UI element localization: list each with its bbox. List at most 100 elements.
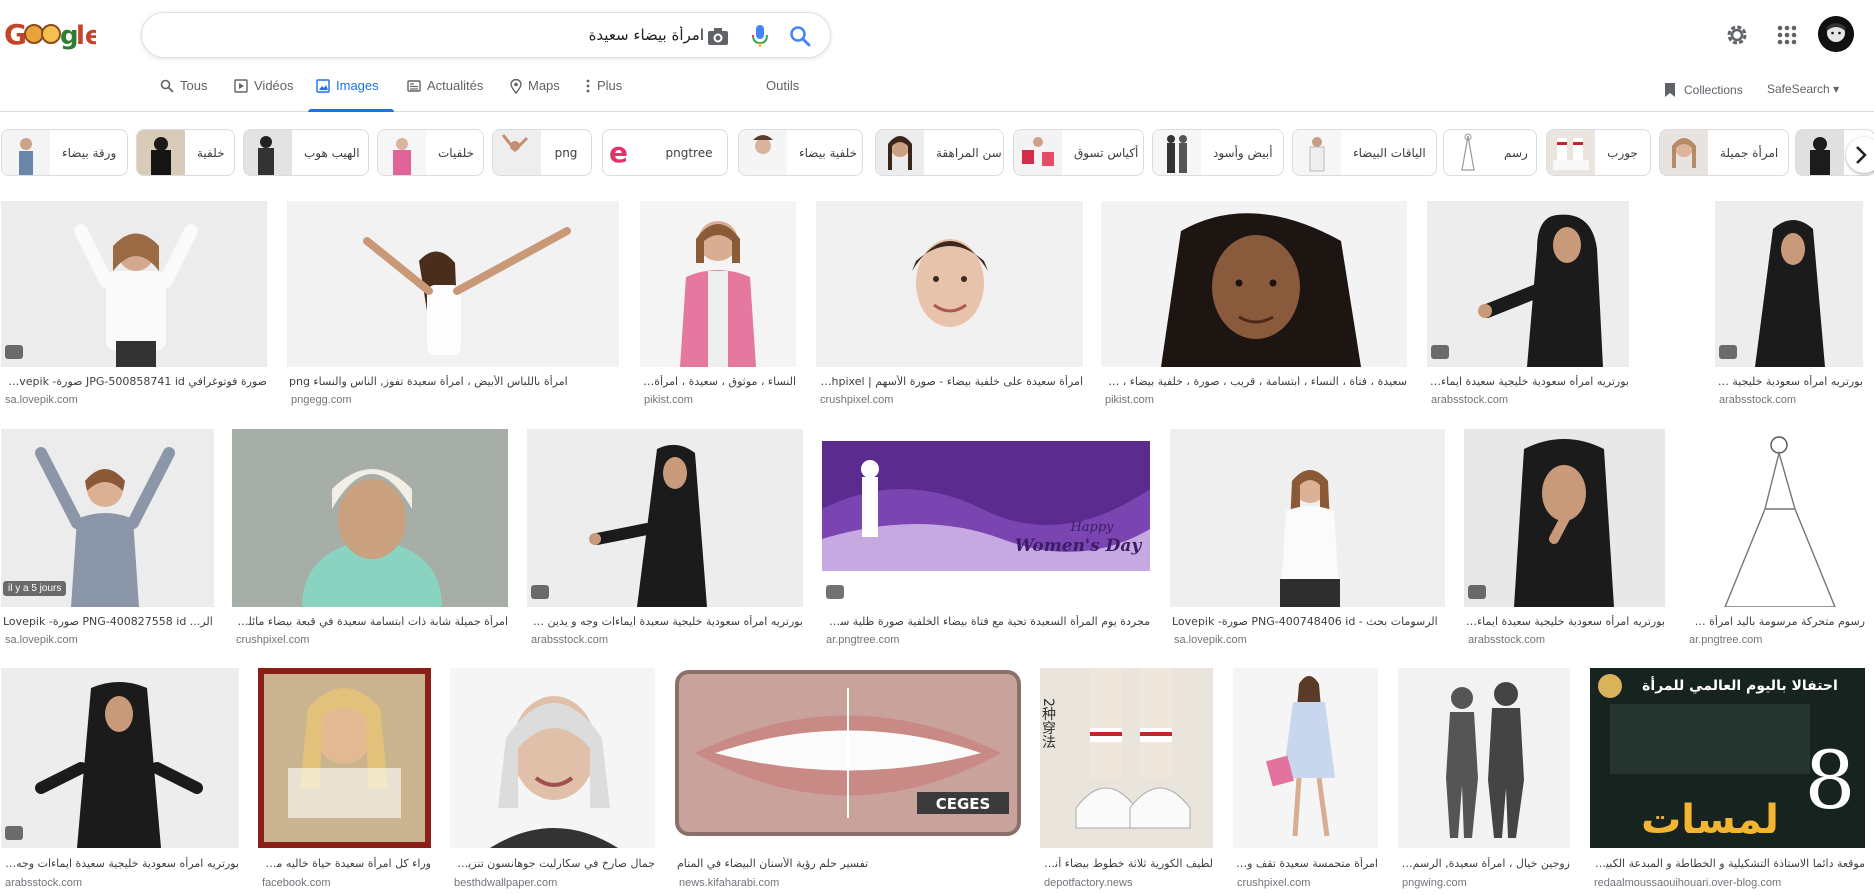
chip-socks[interactable]: جورب (1546, 129, 1651, 176)
result-thumbnail[interactable]: Happy Women's Day (822, 429, 1150, 607)
image-result[interactable]: امرأة جميلة شابة ذات ابتسامة سعيدة في قب… (232, 429, 508, 649)
result-source: sa.lovepik.com (1174, 634, 1247, 646)
safesearch-menu[interactable]: SafeSearch ▾ (1767, 82, 1839, 96)
microphone-icon[interactable] (747, 23, 773, 49)
camera-icon[interactable] (705, 23, 731, 49)
image-result[interactable]: سعيدة ، فتاة ، النساء ، ابتسامة ، قريب ،… (1101, 201, 1407, 408)
video-icon (234, 79, 248, 93)
result-thumbnail[interactable] (816, 201, 1083, 367)
result-source: pikist.com (1105, 394, 1154, 406)
result-source: arabsstock.com (1468, 634, 1546, 646)
result-thumbnail[interactable] (1685, 429, 1865, 607)
tab-all[interactable]: Tous (160, 78, 207, 112)
image-result[interactable]: 2种穿法 لطيف الكورية ثلاثة خطوط بيضاء أنبو.… (1040, 668, 1213, 890)
result-thumbnail[interactable]: احتفالا باليوم العالمي للمرأة 8 لمسات (1590, 668, 1865, 848)
search-input[interactable] (164, 24, 704, 46)
result-thumbnail[interactable] (1101, 201, 1407, 367)
chip-png[interactable]: png (492, 129, 592, 176)
chip-hiphop[interactable]: الهيب هوب (243, 129, 369, 176)
result-thumbnail[interactable] (1233, 668, 1378, 848)
result-thumbnail[interactable] (450, 668, 655, 848)
image-result[interactable]: النساء ، موثوق ، سعيدة ، امرأة واث... pi… (640, 201, 796, 408)
search-icon[interactable] (787, 23, 813, 49)
chip-drawing[interactable]: رسم (1443, 129, 1537, 176)
result-caption: امرأة متحمسة سعيدة تقف وتحمل... (1235, 857, 1378, 870)
image-result[interactable]: il y a 5 jours الر... PNG-400827558 id ص… (1, 429, 214, 649)
result-source: sa.lovepik.com (5, 634, 78, 646)
chip-label: png (554, 145, 578, 160)
image-result[interactable]: زوجين خيال ، امرأة سعيدة, الرسم بالأ... … (1398, 668, 1570, 890)
result-thumbnail[interactable] (258, 668, 431, 848)
chip-label: أبيض وأسود (1213, 145, 1273, 160)
image-result[interactable]: CEGES تفسير حلم رؤية الأسنان البيضاء في … (675, 668, 1021, 890)
chip-white-paper[interactable]: ورقة بيضاء (1, 129, 128, 176)
image-result[interactable]: الرسومات بحث - PNG-400748406 id صورة- Lo… (1170, 429, 1445, 649)
result-thumbnail[interactable] (287, 201, 619, 367)
search-box[interactable] (141, 12, 831, 58)
result-caption: النساء ، موثوق ، سعيدة ، امرأة واث... (642, 375, 796, 388)
result-thumbnail[interactable] (1715, 201, 1863, 367)
tab-label: Vidéos (254, 78, 294, 93)
chip-thumbnail (1293, 130, 1341, 175)
chip-label: الياقات البيضاء (1353, 145, 1426, 160)
result-thumbnail[interactable] (1, 201, 267, 367)
image-result[interactable]: بورتريه امرأه سعودية خليجية سعيدة ايماءا… (527, 429, 803, 649)
chip-white-collar[interactable]: الياقات البيضاء (1292, 129, 1437, 176)
result-thumbnail[interactable] (1427, 201, 1629, 367)
image-result[interactable]: بورتريه امرأه سعودية خليجية سعيدة ايماءا… (1, 668, 239, 890)
avatar[interactable] (1818, 16, 1854, 52)
tab-news[interactable]: Actualités (407, 78, 483, 112)
result-source: sa.lovepik.com (5, 394, 78, 406)
result-thumbnail[interactable] (640, 201, 796, 367)
image-result[interactable]: جمال صارخ في سكارليت جوهانسون تنزيل ه...… (450, 668, 655, 890)
chip-black-white[interactable]: أبيض وأسود (1152, 129, 1284, 176)
chip-white-background[interactable]: خلفية بيضاء (738, 129, 863, 176)
chip-wallpapers[interactable]: خلفيات (377, 129, 484, 176)
chip-thumbnail (1153, 130, 1201, 175)
chip-shopping-bags[interactable]: أكياس تسوق (1013, 129, 1144, 176)
result-thumbnail[interactable]: 2种穿法 (1040, 668, 1213, 848)
chip-thumbnail (244, 130, 292, 175)
chip-beautiful-woman[interactable]: امرأة جميلة (1659, 129, 1789, 176)
image-result[interactable]: وراء كل امرأة سعيدة حياة خاليه من الر...… (258, 668, 431, 890)
result-thumbnail[interactable] (1, 668, 239, 848)
image-result[interactable]: بورتريه امرأه سعودية خليجية سعـ... arabs… (1715, 201, 1863, 408)
chip-background[interactable]: خلفية (136, 129, 235, 176)
tab-videos[interactable]: Vidéos (234, 78, 294, 112)
result-caption: امرأة سعيدة على خلفية بيضاء - صورة الأسه… (818, 375, 1083, 388)
result-caption: امرأة جميلة شابة ذات ابتسامة سعيدة في قب… (234, 615, 508, 628)
google-doodle-logo[interactable]: G g le (4, 16, 96, 52)
result-caption: صورة فوتوغرافي JPG-500858741 id صورة- Lo… (3, 375, 267, 388)
tab-maps[interactable]: Maps (510, 78, 560, 112)
image-result[interactable]: احتفالا باليوم العالمي للمرأة 8 لمسات مو… (1590, 668, 1865, 890)
image-result[interactable]: امرأة سعيدة على خلفية بيضاء - صورة الأسه… (816, 201, 1083, 408)
image-result[interactable]: بورتريه امرأه سعودية خليجية سعيدة ايماءا… (1464, 429, 1665, 649)
result-source: pngegg.com (291, 394, 352, 406)
tools-button[interactable]: Outils (766, 78, 799, 112)
apps-grid-icon[interactable] (1774, 22, 1800, 48)
chip-thumbnail (1014, 130, 1062, 175)
result-thumbnail[interactable] (527, 429, 803, 607)
result-thumbnail[interactable]: CEGES (675, 668, 1021, 848)
image-result[interactable]: رسوم متحركة مرسومة باليد امرأة سعيدة... … (1685, 429, 1865, 649)
chip-pngtree[interactable]: e pngtree (602, 129, 728, 176)
image-badge-icon (1719, 345, 1737, 359)
collections-link[interactable]: Collections (1664, 82, 1743, 98)
result-source: arabsstock.com (5, 877, 83, 889)
chips-next-button[interactable] (1846, 137, 1874, 173)
result-thumbnail[interactable] (1170, 429, 1445, 607)
result-caption: وراء كل امرأة سعيدة حياة خاليه من الر... (260, 857, 431, 870)
result-thumbnail[interactable] (1464, 429, 1665, 607)
chip-teenage[interactable]: سن المراهقة (875, 129, 1004, 176)
result-thumbnail[interactable] (1398, 668, 1570, 848)
gear-icon[interactable] (1724, 22, 1750, 48)
image-result[interactable]: بورتريه امرأه سعودية خليجية سعيدة ايماءا… (1427, 201, 1629, 408)
tab-images[interactable]: Images (316, 78, 379, 112)
image-result[interactable]: Happy Women's Day مجردة يوم المرأة السعي… (822, 429, 1150, 649)
image-result[interactable]: صورة فوتوغرافي JPG-500858741 id صورة- Lo… (1, 201, 267, 408)
image-result[interactable]: امرأة متحمسة سعيدة تقف وتحمل... crushpix… (1233, 668, 1378, 890)
image-result[interactable]: امرأة باللباس الأبيض ، امرأة سعيدة تفوز,… (287, 201, 619, 408)
tab-more[interactable]: Plus (585, 78, 622, 112)
result-thumbnail[interactable] (232, 429, 508, 607)
svg-text:G: G (4, 18, 27, 51)
